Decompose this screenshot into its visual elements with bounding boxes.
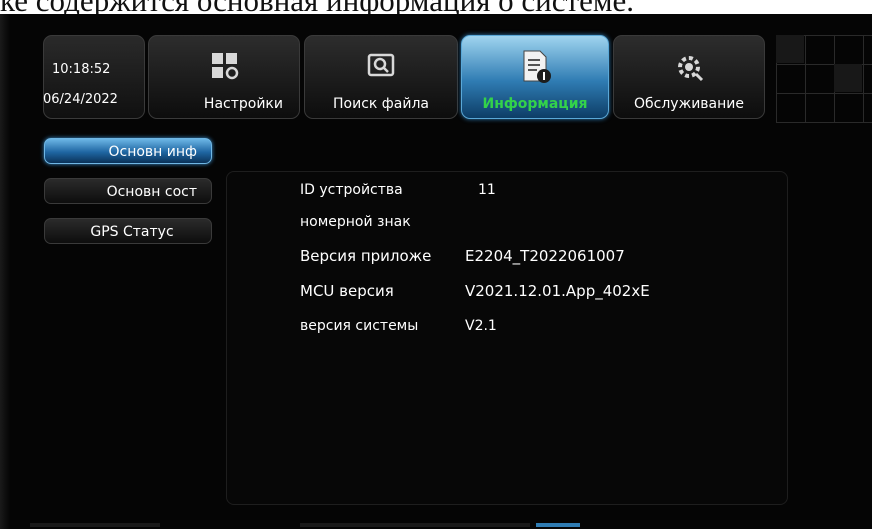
settings-grid-icon bbox=[212, 53, 239, 80]
label-device-id: ID устройства bbox=[300, 182, 403, 198]
label-system-version: версия системы bbox=[300, 318, 419, 334]
dvr-screen: 10:18:52 06/24/2022 Настройки Поиск файл… bbox=[0, 14, 872, 529]
value-system-version: V2.1 bbox=[465, 318, 497, 334]
tab-maintenance-label: Обслуживание bbox=[634, 96, 744, 112]
value-mcu-version: V2021.12.01.App_402xE bbox=[465, 282, 650, 300]
bottom-bar-accent bbox=[536, 523, 580, 527]
tab-maintenance[interactable]: Обслуживание bbox=[613, 35, 765, 119]
side-basic-info[interactable]: Основн инф bbox=[44, 138, 212, 164]
tab-settings[interactable]: Настройки bbox=[148, 35, 300, 119]
clock-panel: 10:18:52 06/24/2022 bbox=[43, 35, 145, 119]
grid-decoration bbox=[776, 35, 872, 123]
bottom-bar-left bbox=[30, 523, 160, 527]
side-basic-status[interactable]: Основн сост bbox=[44, 178, 212, 204]
document-info-icon bbox=[523, 50, 551, 83]
side-gps-status[interactable]: GPS Статус bbox=[44, 218, 212, 244]
label-mcu-version: MCU версия bbox=[300, 282, 394, 300]
value-app-version: E2204_T2022061007 bbox=[465, 247, 625, 265]
tab-information-label: Информация bbox=[482, 96, 588, 112]
tab-file-search[interactable]: Поиск файла bbox=[304, 35, 458, 119]
file-search-icon bbox=[367, 53, 395, 77]
clock-date: 06/24/2022 bbox=[43, 92, 118, 107]
value-device-id: 11 bbox=[478, 182, 496, 198]
label-license-plate: номерной знак bbox=[300, 214, 411, 230]
clock-time: 10:18:52 bbox=[52, 62, 111, 77]
tab-file-search-label: Поиск файла bbox=[333, 96, 429, 112]
maintenance-gear-icon bbox=[678, 56, 704, 82]
bottom-bar-center bbox=[300, 523, 530, 527]
tab-settings-label: Настройки bbox=[203, 96, 283, 112]
label-app-version: Версия приложе bbox=[300, 247, 432, 265]
tab-information[interactable]: Информация bbox=[461, 35, 609, 119]
